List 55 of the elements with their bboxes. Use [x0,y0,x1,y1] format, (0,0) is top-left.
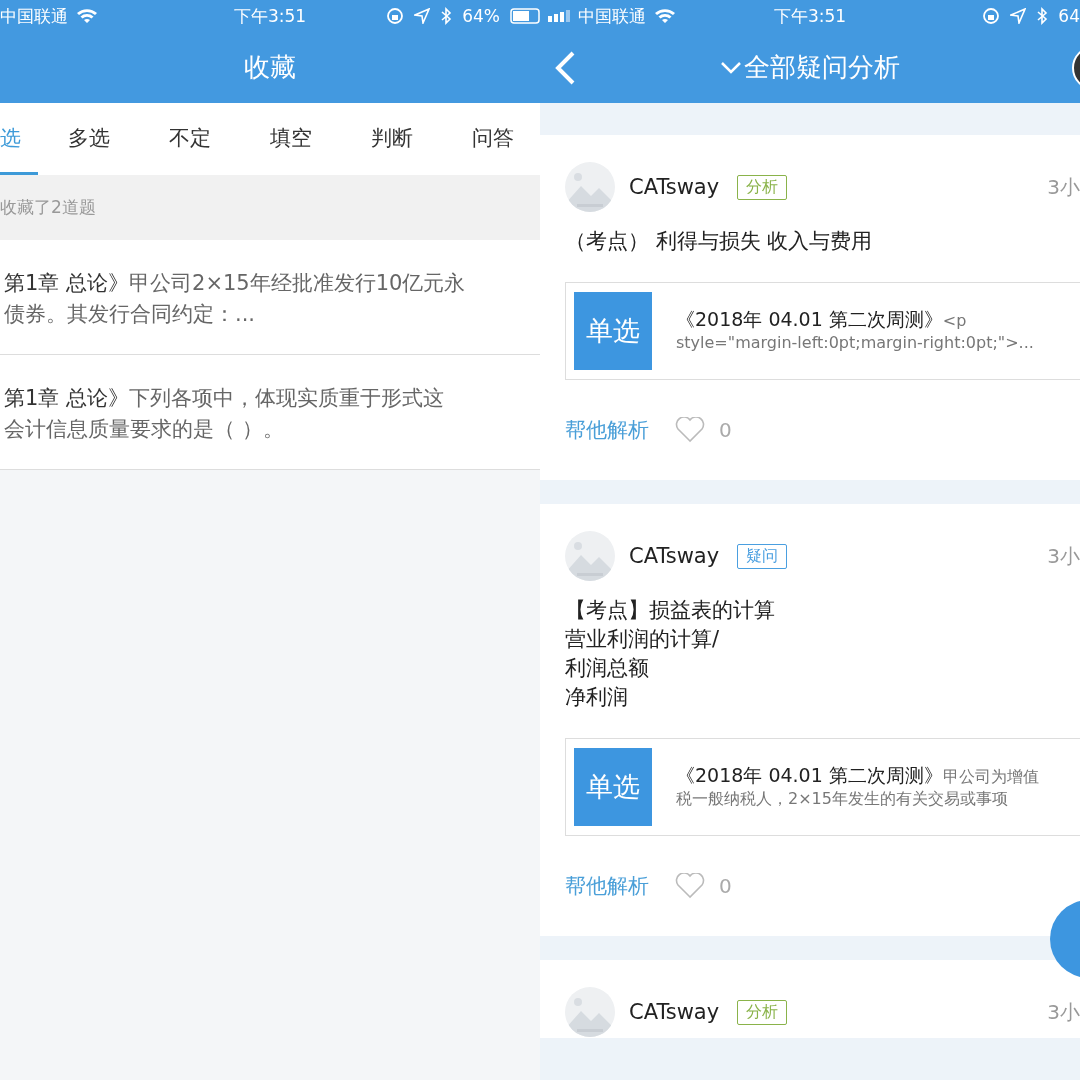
status-time: 下午3:51 [233,4,307,28]
carrier-name: 中国联通 [578,4,646,28]
author-name: CATsway [629,544,720,568]
bluetooth-icon [1036,7,1049,25]
bluetooth-icon [440,7,453,25]
post-tag: 分析 [737,999,788,1025]
post-text: 【考点】损益表的计算 [565,597,775,624]
wifi-icon [76,8,98,24]
question-excerpt: 《2018年 04.01 第二次周测》甲公司为增值 [676,764,1039,788]
post-text: 净利润 [565,684,628,711]
question-type-label: 单选 [574,748,652,826]
wifi-icon [654,8,676,24]
post-time: 3小 [1047,542,1080,570]
question-text[interactable]: 第1章 总论》下列各项中，体现实质重于形式这 [4,383,445,414]
author-name: CATsway [629,175,720,199]
carrier-name: 中国联通 [0,4,68,28]
like-count: 0 [719,874,732,898]
question-excerpt: style="margin-left:0pt;margin-right:0pt;">... [676,332,1034,354]
battery-percent: 64% [462,6,500,26]
post-time: 3小 [1047,998,1080,1026]
post-tag: 疑问 [737,543,788,569]
question-text[interactable]: 会计信息质量要求的是（ ）。 [4,414,284,445]
category-tab[interactable]: 问答 [442,103,540,175]
signal-icon [548,10,570,22]
rotation-lock-icon [386,7,405,25]
post-text: 营业利润的计算/ [565,626,720,653]
location-icon [1010,8,1027,24]
back-icon[interactable] [554,50,576,86]
question-excerpt: 《2018年 04.01 第二次周测》<p [676,308,967,332]
location-icon [414,8,431,24]
like-count: 0 [719,418,732,442]
question-type-label: 单选 [574,292,652,370]
category-tab[interactable]: 不定 [139,103,240,175]
question-excerpt: 税一般纳税人，2×15年发生的有关交易或事项 [676,788,1008,810]
question-text[interactable]: 第1章 总论》甲公司2×15年经批准发行10亿元永 [4,268,466,299]
question-text[interactable]: 债券。其发行合同约定：... [4,299,256,330]
author-name: CATsway [629,1000,720,1024]
post-text: （考点） 利得与损失 收入与费用 [565,228,873,255]
post-tag: 分析 [737,174,788,200]
post-time: 3小 [1047,173,1080,201]
chevron-down-icon[interactable] [720,60,742,75]
battery-icon [510,8,540,24]
rotation-lock-icon [982,7,1001,25]
category-tab[interactable]: 填空 [240,103,341,175]
battery-percent: 64 [1058,6,1080,26]
favorites-count: 收藏了2道题 [0,196,96,219]
post-text: 利润总额 [565,655,649,682]
heart-icon[interactable] [675,873,705,899]
question-quote[interactable]: 单选 《2018年 04.01 第二次周测》<p style="margin-left:0pt;margin-right:0pt;">... [565,282,1080,380]
page-title: 收藏 [244,51,296,84]
category-tab[interactable]: 判断 [341,103,442,175]
question-quote[interactable]: 单选 《2018年 04.01 第二次周测》甲公司为增值 税一般纳税人，2×15年发生的有关交易或事项 [565,738,1080,836]
status-time: 下午3:51 [773,4,847,28]
heart-icon[interactable] [675,417,705,443]
category-tab[interactable]: 多选 [38,103,139,175]
